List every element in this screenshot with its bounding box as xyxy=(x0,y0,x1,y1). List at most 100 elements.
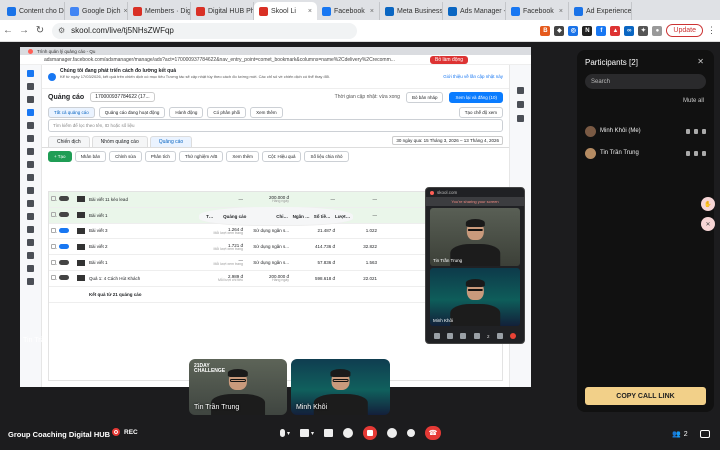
more-icon xyxy=(407,429,416,437)
copy-call-link-button[interactable]: COPY CALL LINK xyxy=(585,387,706,405)
amount-spent: 598.618 đ xyxy=(314,275,335,281)
browser-tab[interactable]: Skool Li × xyxy=(254,2,317,20)
browser-tab[interactable]: Facebook × xyxy=(506,2,569,20)
settings-button[interactable] xyxy=(387,426,398,440)
stop-recording-button[interactable] xyxy=(363,426,378,440)
browser-tab[interactable]: Facebook × xyxy=(317,2,380,20)
participant-search-input[interactable]: Search xyxy=(585,74,706,89)
budget: Sử dụng ngân s... xyxy=(245,260,291,265)
call-controls: ▾ ▾ ☎ xyxy=(280,426,442,440)
account-selector: 170000937784622 (17... xyxy=(90,92,155,102)
mute-all-button[interactable]: Mute all xyxy=(683,98,704,104)
forward-icon[interactable]: → xyxy=(16,25,32,36)
screen-icon[interactable] xyxy=(460,333,467,339)
video-tile-tin[interactable]: 21DAY CHALLENGE Tin Trần Trung xyxy=(189,359,287,415)
extension-icon[interactable]: f xyxy=(596,25,607,36)
more-icon[interactable] xyxy=(702,150,706,156)
hand-icon[interactable]: ✋ xyxy=(701,197,715,211)
shop-icon xyxy=(27,174,34,181)
chat-icon[interactable] xyxy=(496,333,503,339)
browser-tab[interactable]: Content cho Di× xyxy=(2,2,65,20)
site-info-icon[interactable]: ⚙ xyxy=(58,26,65,35)
participant-row[interactable]: Tin Trần Trung xyxy=(585,146,706,160)
extension-icon[interactable]: ◆ xyxy=(554,25,565,36)
close-icon[interactable]: × xyxy=(308,8,312,15)
presenter-name: Tin Trần Trung xyxy=(23,337,69,344)
ads-header: Quảng cáo 170000937784622 (17... Thời gi… xyxy=(42,89,509,105)
impressions: 1.022 xyxy=(365,228,377,234)
chart-icon xyxy=(27,148,34,155)
address-bar[interactable]: ⚙ skool.com/live/tj5NHsZWFqp xyxy=(52,22,357,39)
chevron-down-icon: ▾ xyxy=(311,430,315,437)
extension-icon[interactable]: ◎ xyxy=(568,25,579,36)
browser-tab[interactable]: Google Dịch × xyxy=(65,2,128,20)
close-icon[interactable]: ✕ xyxy=(701,217,715,231)
browser-tab[interactable]: Meta Business× xyxy=(380,2,443,20)
share-screen-button[interactable] xyxy=(324,426,334,440)
extension-icon[interactable]: ∞ xyxy=(624,25,635,36)
browser-tab[interactable]: Members · Digi× xyxy=(128,2,191,20)
delivery-toggle xyxy=(57,243,75,250)
mini-call-window: skool.com You're sharing your screen Tin… xyxy=(425,187,525,344)
budget: Sử dụng ngân s... xyxy=(245,244,291,249)
cost-per-result: — xyxy=(211,197,245,202)
close-icon[interactable]: × xyxy=(370,8,374,15)
back-icon[interactable]: ← xyxy=(0,25,16,36)
extension-icon[interactable]: N xyxy=(582,25,593,36)
menu-icon[interactable]: ⋮ xyxy=(707,25,716,36)
close-icon[interactable]: ✕ xyxy=(697,57,704,66)
mini-call-topbar: skool.com xyxy=(426,188,524,197)
reload-icon[interactable]: ↻ xyxy=(32,25,48,36)
browser-tab-label: Skool Li xyxy=(271,7,296,15)
puzzle-icon[interactable]: ✦ xyxy=(638,25,649,36)
menu-icon xyxy=(27,213,34,220)
close-dot-icon[interactable] xyxy=(430,190,434,195)
clock-icon xyxy=(517,115,524,122)
tab-ads: Quảng cáo xyxy=(149,136,193,147)
hangup-icon[interactable] xyxy=(510,333,517,339)
skool-icon xyxy=(259,6,268,16)
camera-button[interactable]: ▾ xyxy=(300,426,314,440)
tab-campaigns: Chiến dịch xyxy=(48,136,90,147)
sharing-badge: Bỏ làm động xyxy=(430,55,469,64)
participant-row[interactable]: Minh Khôi (Me) xyxy=(585,124,706,138)
search-icon xyxy=(27,265,34,272)
browser-tab[interactable]: Ad Experience× xyxy=(569,2,632,20)
camera-icon[interactable] xyxy=(447,333,454,339)
circle-icon xyxy=(27,226,34,233)
sharing-warning: You're sharing your screen xyxy=(426,197,524,206)
create-button: + Tạo xyxy=(48,150,72,162)
participants-button[interactable]: 👥 2 xyxy=(672,430,688,439)
reactions-button[interactable] xyxy=(343,426,354,440)
leave-call-button[interactable]: ☎ xyxy=(425,426,442,440)
video-tile-name: Minh Khôi xyxy=(296,404,328,411)
recording-indicator[interactable]: REC xyxy=(112,428,138,436)
people-icon[interactable] xyxy=(473,333,480,339)
close-icon[interactable]: × xyxy=(124,8,127,15)
participant-name: Tin Trần Trung xyxy=(600,150,639,156)
mic-icon xyxy=(280,429,285,437)
chat-icon[interactable] xyxy=(700,430,710,438)
mini-tile-name: Minh Khôi xyxy=(433,318,454,323)
meeting-title: Group Coaching Digital HUB xyxy=(8,430,111,439)
extension-icon[interactable]: ▲ xyxy=(610,25,621,36)
more-icon[interactable] xyxy=(702,128,706,134)
close-icon[interactable]: × xyxy=(559,8,563,15)
browser-tab-label: Facebook xyxy=(523,7,554,15)
cpr-sub: Mỗi lượt chi tiêu xyxy=(217,278,243,283)
video-tile-minh[interactable]: Minh Khôi xyxy=(291,359,390,415)
brave-icon[interactable]: B xyxy=(540,25,551,36)
mic-button[interactable]: ▾ xyxy=(280,426,290,440)
tab-active-ads: Quảng cáo đang hoạt động xyxy=(98,106,166,118)
mic-icon[interactable] xyxy=(433,333,440,339)
measurement-notice: Chúng tôi đang phát triển cách đo lường … xyxy=(42,65,509,89)
analyze-button: Phân tích xyxy=(144,150,176,162)
meta-icon xyxy=(448,6,457,16)
video-tile-name: Tin Trần Trung xyxy=(194,404,240,411)
update-button[interactable]: Update xyxy=(666,24,703,37)
browser-tab[interactable]: Digital HUB Ph× xyxy=(191,2,254,20)
profile-icon[interactable]: ● xyxy=(652,25,663,36)
tab-actions: Hành động xyxy=(169,106,204,118)
more-button[interactable] xyxy=(407,426,416,440)
browser-tab[interactable]: Ads Manager -× xyxy=(443,2,506,20)
